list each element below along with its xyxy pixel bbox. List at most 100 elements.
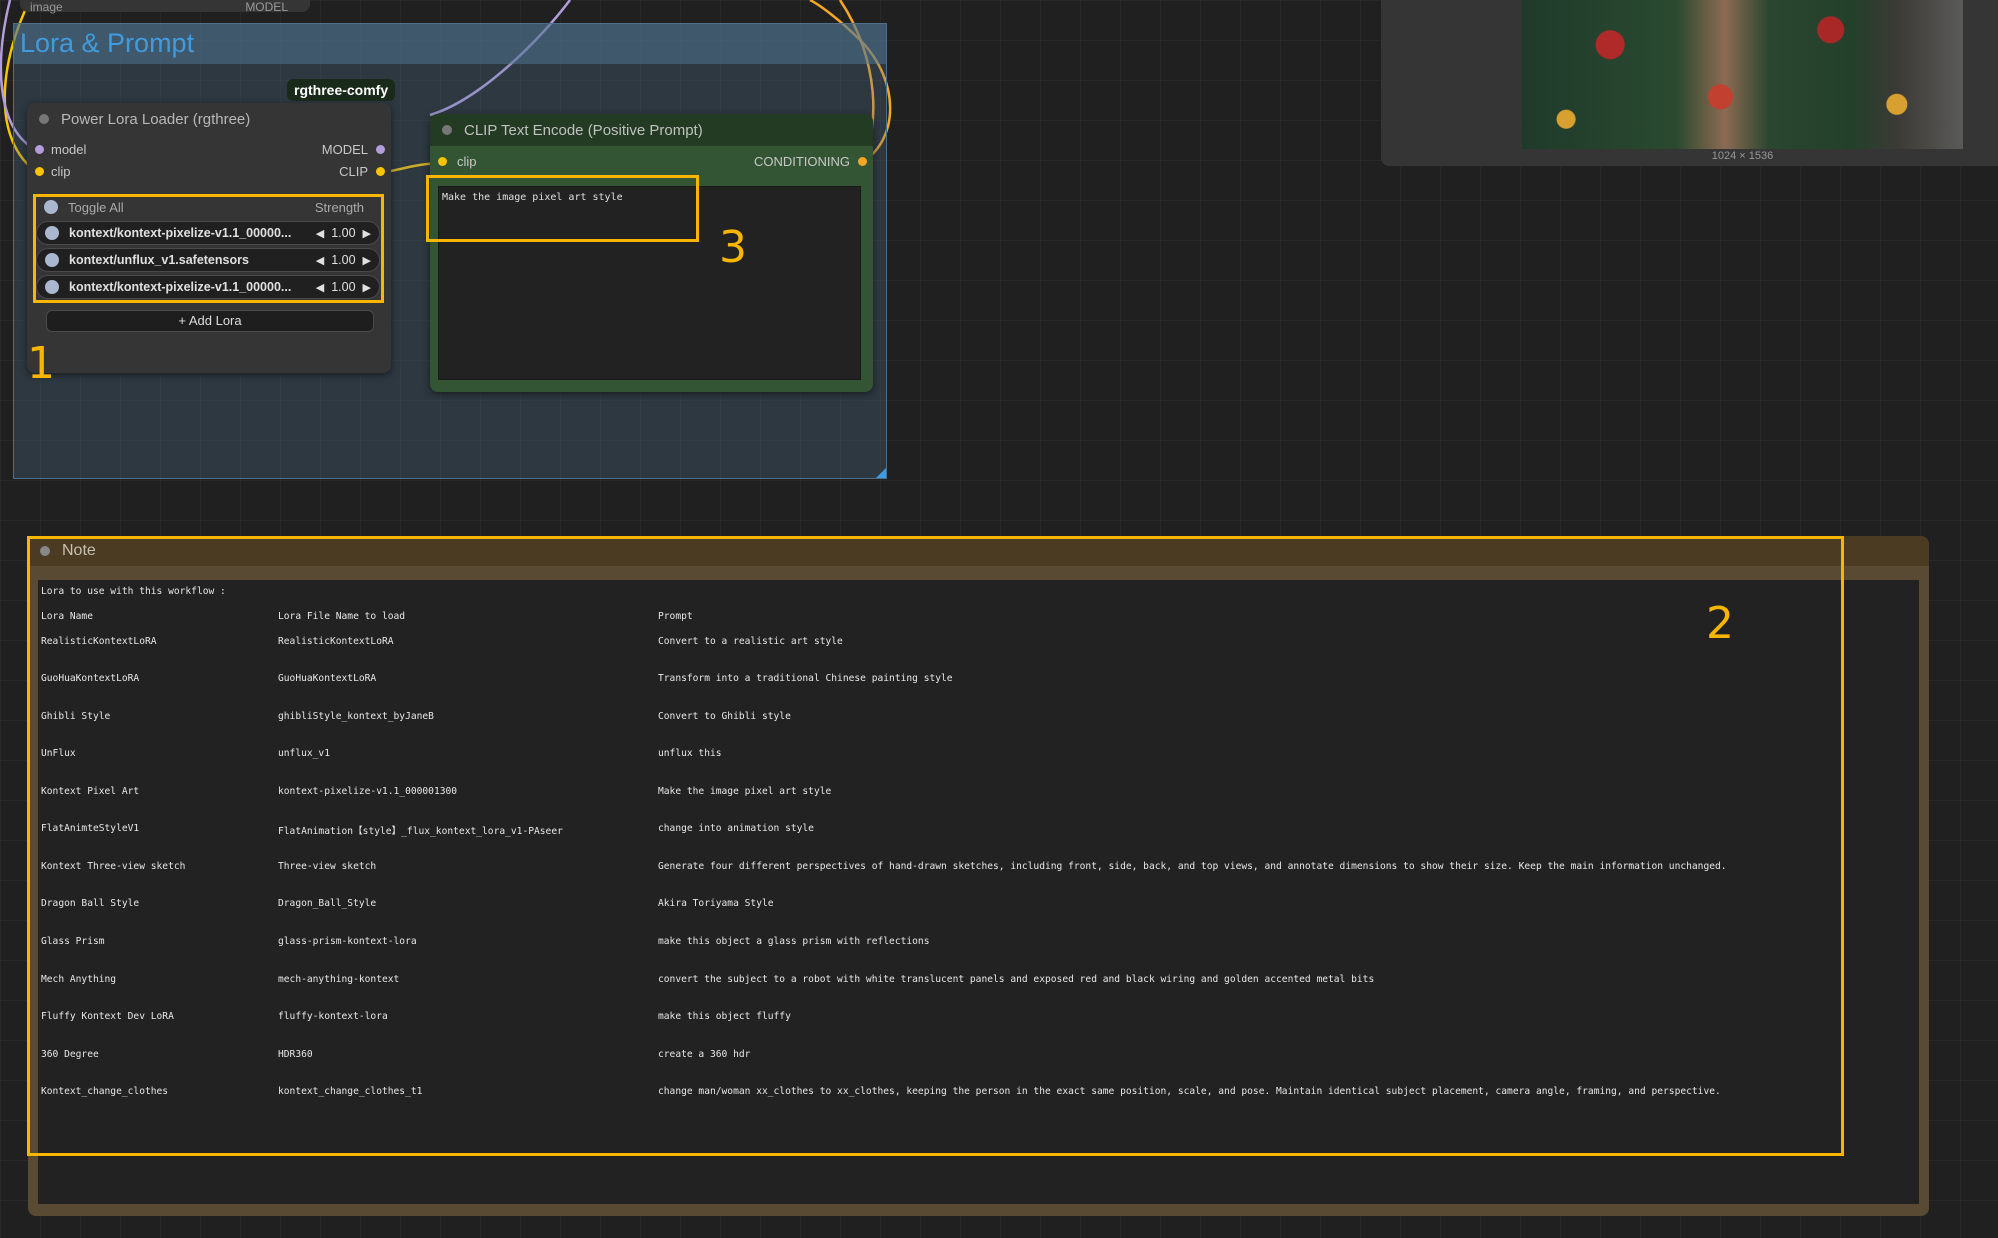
lora-file-cell: FlatAnimation【style】_flux_kontext_lora_v… [278,826,563,837]
note-table-row: Dragon Ball Style Dragon_Ball_Style Akira … [41,898,1911,909]
clip-input-slot-icon[interactable] [438,157,447,166]
prompt-cell: make this object fluffy [658,1011,791,1022]
input-label-model: model [51,142,87,157]
lora-list: Toggle All Strength kontext/kontext-pixe… [36,196,380,300]
strength-value[interactable]: 1.00 [331,253,355,267]
prompt-cell: make this object a glass prism with refl… [658,936,930,947]
lora-strength: ◀ 1.00 ▶ [316,280,371,294]
lora-name-cell: Kontext_change_clothes [41,1086,169,1097]
lora-toggle-icon[interactable] [45,253,59,267]
lora-loader-title-bar[interactable]: Power Lora Loader (rgthree) [27,103,391,135]
lora-row[interactable]: kontext/kontext-pixelize-v1.1_00000... ◀… [36,275,380,299]
prompt-cell: Convert to a realistic art style [658,636,843,647]
preview-image [1522,0,1963,149]
header-prompt: Prompt [658,611,693,622]
output-slot-clip[interactable]: CLIP [339,164,385,179]
clip-node-title-bar[interactable]: CLIP Text Encode (Positive Prompt) [430,114,873,146]
lora-name[interactable]: kontext/unflux_v1.safetensors [69,253,316,267]
toggle-all-row[interactable]: Toggle All Strength [36,196,380,218]
note-table-row: Mech Anything mech-anything-kontext conver… [41,974,1911,985]
lora-file-cell: RealisticKontextLoRA [278,636,394,647]
clip-output-slot-icon[interactable] [376,167,385,176]
strength-value[interactable]: 1.00 [331,280,355,294]
collapse-dot-icon[interactable] [442,125,452,135]
output-slot-model[interactable]: MODEL [322,142,385,157]
output-slot-conditioning[interactable]: CONDITIONING [754,154,867,169]
decrement-arrow-icon[interactable]: ◀ [316,281,324,294]
increment-arrow-icon[interactable]: ▶ [363,227,371,240]
conditioning-slot-icon[interactable] [858,157,867,166]
collapse-dot-icon[interactable] [40,546,50,556]
lora-row[interactable]: kontext/unflux_v1.safetensors ◀ 1.00 ▶ [36,248,380,272]
lora-loader-title: Power Lora Loader (rgthree) [61,110,251,128]
note-table-row: Fluffy Kontext Dev LoRA fluffy-kontext-lo… [41,1011,1911,1022]
prompt-cell: convert the subject to a robot with whit… [658,974,1375,985]
collapse-dot-icon[interactable] [39,114,49,124]
annotation-number-2: 2 [1706,598,1734,649]
group-title: Lora & Prompt [20,28,195,58]
rgthree-badge: rgthree-comfy [287,79,396,101]
annotation-number-1: 1 [27,338,55,389]
lora-strength: ◀ 1.00 ▶ [316,226,371,240]
prompt-cell: unflux this [658,748,722,759]
note-table-row: Glass Prism glass-prism-kontext-lora make … [41,936,1911,947]
lora-file-cell: unflux_v1 [278,748,330,759]
model-slot-icon[interactable] [35,145,44,154]
lora-name-cell: Glass Prism [41,936,105,947]
prompt-cell: Akira Toriyama Style [658,898,774,909]
lora-name-cell: Ghibli Style [41,711,111,722]
lora-file-cell: fluffy-kontext-lora [278,1011,388,1022]
input-slot-clip[interactable]: clip [438,154,477,169]
note-table-row: GuoHuaKontextLoRA GuoHuaKontextLoRA Transf… [41,673,1911,684]
clip-slot-icon[interactable] [35,167,44,176]
add-lora-label: Add Lora [188,313,242,328]
header-lora-name: Lora Name [41,611,93,622]
input-slot-clip[interactable]: clip [35,164,71,179]
prompt-cell: change into animation style [658,823,814,834]
lora-file-cell: kontext_change_clothes_t1 [278,1086,423,1097]
lora-strength: ◀ 1.00 ▶ [316,253,371,267]
decrement-arrow-icon[interactable]: ◀ [316,254,324,267]
group-resize-handle[interactable] [876,468,886,478]
lora-name-cell: Fluffy Kontext Dev LoRA [41,1011,174,1022]
annotation-number-3: 3 [719,222,747,273]
prompt-textarea[interactable]: Make the image pixel art style [438,186,861,380]
input-slot-model[interactable]: model [35,142,86,157]
model-output-slot-icon[interactable] [376,145,385,154]
group-header[interactable]: Lora & Prompt [14,24,886,64]
add-lora-button[interactable]: + Add Lora [46,310,374,332]
note-table-row: FlatAnimteStyleV1 FlatAnimation【style】_fl… [41,823,1911,837]
lora-name-cell: GuoHuaKontextLoRA [41,673,140,684]
increment-arrow-icon[interactable]: ▶ [363,281,371,294]
lora-row[interactable]: kontext/kontext-pixelize-v1.1_00000... ◀… [36,221,380,245]
toggle-all-icon[interactable] [44,200,58,214]
prompt-cell: change man/woman xx_clothes to xx_clothe… [658,1086,1721,1097]
conditioning-output-label: CONDITIONING [753,154,850,169]
output-label-clip: CLIP [339,164,368,179]
lora-file-cell: GuoHuaKontextLoRA [278,673,377,684]
lora-file-cell: ghibliStyle_kontext_byJaneB [278,711,434,722]
strength-header: Strength [314,199,364,215]
note-title-bar[interactable]: Note [28,536,1929,566]
increment-arrow-icon[interactable]: ▶ [363,254,371,267]
note-table-row: UnFlux unflux_v1 unflux this [41,748,1911,759]
note-intro: Lora to use with this workflow : [41,586,226,597]
note-textarea[interactable]: Lora to use with this workflow : Lora Na… [38,580,1919,1204]
lora-name[interactable]: kontext/kontext-pixelize-v1.1_00000... [69,226,316,240]
lora-name[interactable]: kontext/kontext-pixelize-v1.1_00000... [69,280,316,294]
strength-value[interactable]: 1.00 [331,226,355,240]
note-table-row: Ghibli Style ghibliStyle_kontext_byJaneB C… [41,711,1911,722]
lora-name-cell: Kontext Three-view sketch [41,861,186,872]
decrement-arrow-icon[interactable]: ◀ [316,227,324,240]
lora-toggle-icon[interactable] [45,226,59,240]
header-file-name: Lora File Name to load [278,611,406,622]
partial-node-left-label: image [30,0,63,14]
clip-input-label: clip [457,154,477,169]
toggle-all-label: Toggle All [68,199,124,215]
lora-toggle-icon[interactable] [45,280,59,294]
note-table-row: Kontext_change_clothes kontext_change_clo… [41,1086,1911,1097]
input-label-clip: clip [51,164,71,179]
partial-node-right-label: MODEL [245,0,288,14]
plus-icon: + [178,313,189,328]
note-title: Note [62,542,96,559]
